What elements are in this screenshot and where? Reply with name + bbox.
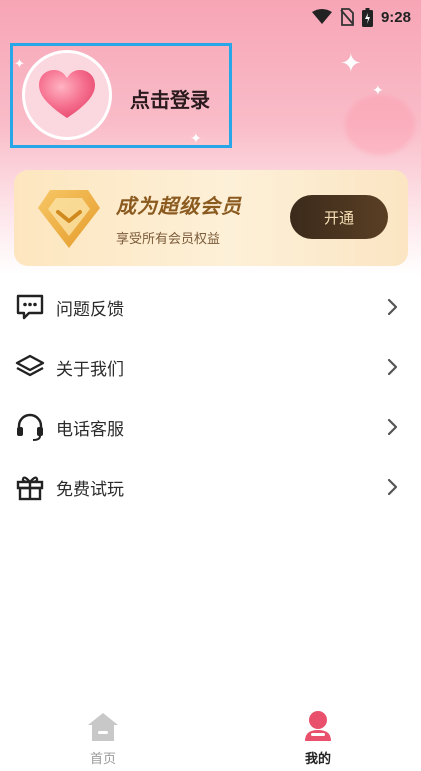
- activate-vip-button[interactable]: 开通: [290, 195, 388, 239]
- vip-card[interactable]: 成为超级会员 享受所有会员权益 开通: [14, 170, 408, 266]
- status-time: 9:28: [380, 8, 411, 26]
- menu-item-about[interactable]: 关于我们: [0, 337, 421, 397]
- status-bar: 9:28: [0, 0, 421, 34]
- vip-subtitle: 享受所有会员权益: [116, 232, 221, 247]
- menu-list: 问题反馈 关于我们 电话客服 免费试玩: [0, 277, 421, 517]
- menu-item-label: 电话客服: [56, 420, 124, 440]
- user-icon: [305, 711, 331, 741]
- status-icons: 9:28: [311, 6, 411, 28]
- vip-diamond-icon: [38, 190, 100, 248]
- menu-item-label: 问题反馈: [56, 300, 124, 320]
- sparkle-icon: ✦: [372, 83, 384, 99]
- battery-icon: [361, 7, 373, 27]
- tab-home-label: 首页: [89, 752, 116, 767]
- feedback-icon: [16, 294, 44, 320]
- headset-icon: [17, 413, 43, 441]
- vip-title: 成为超级会员: [116, 194, 242, 218]
- menu-item-customer-service[interactable]: 电话客服: [0, 397, 421, 457]
- sparkle-icon: ✦: [340, 49, 362, 79]
- menu-item-feedback[interactable]: 问题反馈: [0, 277, 421, 337]
- wifi-icon: [311, 9, 332, 24]
- menu-item-label: 免费试玩: [56, 480, 124, 500]
- menu-item-free-trial[interactable]: 免费试玩: [0, 457, 421, 517]
- chevron-right-icon: [387, 418, 398, 436]
- menu-item-label: 关于我们: [56, 360, 124, 380]
- home-icon: [88, 713, 118, 741]
- bottom-tab-bar: 首页 我的: [0, 706, 421, 771]
- avatar[interactable]: [22, 50, 112, 140]
- decor-blob: [345, 95, 415, 155]
- chevron-right-icon: [387, 358, 398, 376]
- layers-icon: [15, 354, 45, 377]
- no-sim-icon: [340, 8, 354, 26]
- chevron-right-icon: [387, 298, 398, 316]
- login-text[interactable]: 点击登录: [130, 84, 210, 113]
- gift-icon: [16, 476, 44, 501]
- tab-mine-label: 我的: [304, 752, 331, 767]
- heart-icon: [39, 70, 95, 118]
- tab-home[interactable]: 首页: [43, 706, 163, 771]
- tab-mine[interactable]: 我的: [258, 706, 378, 771]
- chevron-right-icon: [387, 478, 398, 496]
